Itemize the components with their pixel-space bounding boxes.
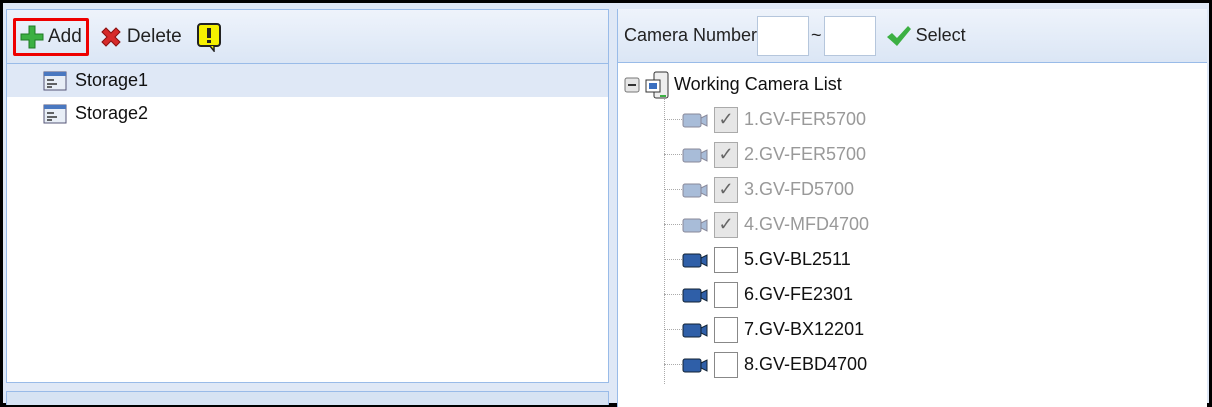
camera-range-to-input[interactable] (823, 15, 876, 56)
select-label: Select (915, 25, 966, 45)
camera-label: 6.GV-FE2301 (744, 284, 854, 304)
add-label: Add (48, 25, 82, 47)
collapse-minus-icon[interactable] (624, 77, 640, 93)
storage-icon (43, 71, 67, 90)
camera-toolbar: Camera Number ~ Select (618, 9, 1207, 63)
exclamation-icon (196, 22, 221, 52)
storage-icon (43, 104, 67, 123)
checkmark-icon (886, 25, 911, 46)
storage-label: Storage1 (75, 70, 149, 90)
camera-icon (682, 253, 708, 267)
computer-icon (645, 71, 669, 98)
camera-label: 7.GV-BX12201 (744, 319, 865, 339)
camera-icon (682, 148, 708, 162)
storage-item[interactable]: Storage1 (7, 64, 608, 97)
camera-checkbox[interactable] (714, 351, 738, 378)
camera-checkbox[interactable]: ✓ (714, 211, 738, 238)
storage-label: Storage2 (75, 103, 149, 123)
tree-root[interactable]: Working Camera List (618, 67, 1207, 102)
delete-x-icon (101, 26, 121, 47)
camera-panel: Camera Number ~ Select Working Camera Li… (617, 9, 1207, 407)
camera-label: 1.GV-FER5700 (744, 109, 867, 129)
camera-icon (682, 218, 708, 232)
camera-checkbox[interactable] (714, 246, 738, 273)
camera-checkbox[interactable] (714, 316, 738, 343)
camera-number-label: Camera Number (624, 25, 758, 45)
camera-item[interactable]: ✓ 2.GV-FER5700 (618, 137, 1207, 172)
camera-item[interactable]: 7.GV-BX12201 (618, 312, 1207, 347)
camera-item[interactable]: 8.GV-EBD4700 (618, 347, 1207, 382)
add-button[interactable]: Add (13, 17, 89, 56)
camera-icon (682, 358, 708, 372)
storage-toolbar: Add Delete (7, 10, 608, 64)
camera-checkbox[interactable]: ✓ (714, 176, 738, 203)
lower-panel-header (6, 391, 609, 405)
alert-button[interactable] (192, 18, 226, 56)
camera-item[interactable]: ✓ 1.GV-FER5700 (618, 102, 1207, 137)
select-button[interactable]: Select (882, 17, 970, 55)
camera-item[interactable]: 5.GV-BL2511 (618, 242, 1207, 277)
storage-panel: Add Delete Storage1 Storage2 (6, 9, 609, 383)
delete-label: Delete (126, 25, 182, 47)
camera-icon (682, 183, 708, 197)
camera-item[interactable]: ✓ 3.GV-FD5700 (618, 172, 1207, 207)
camera-checkbox[interactable]: ✓ (714, 106, 738, 133)
camera-tree: Working Camera List ✓ 1.GV-FER5700 ✓ 2.G… (618, 63, 1207, 384)
tilde-label: ~ (811, 25, 822, 45)
plus-icon (20, 25, 44, 48)
camera-label: 3.GV-FD5700 (744, 179, 855, 199)
camera-label: 4.GV-MFD4700 (744, 214, 870, 234)
camera-label: 2.GV-FER5700 (744, 144, 867, 164)
camera-checkbox[interactable] (714, 281, 738, 308)
camera-icon (682, 323, 708, 337)
delete-button[interactable]: Delete (95, 18, 186, 56)
storage-item[interactable]: Storage2 (7, 97, 608, 130)
camera-checkbox[interactable]: ✓ (714, 141, 738, 168)
tree-root-label: Working Camera List (674, 74, 842, 94)
camera-item[interactable]: 6.GV-FE2301 (618, 277, 1207, 312)
camera-label: 8.GV-EBD4700 (744, 354, 868, 374)
camera-icon (682, 288, 708, 302)
camera-item[interactable]: ✓ 4.GV-MFD4700 (618, 207, 1207, 242)
camera-icon (682, 113, 708, 127)
camera-label: 5.GV-BL2511 (744, 249, 851, 269)
camera-range-from-input[interactable] (757, 15, 810, 56)
